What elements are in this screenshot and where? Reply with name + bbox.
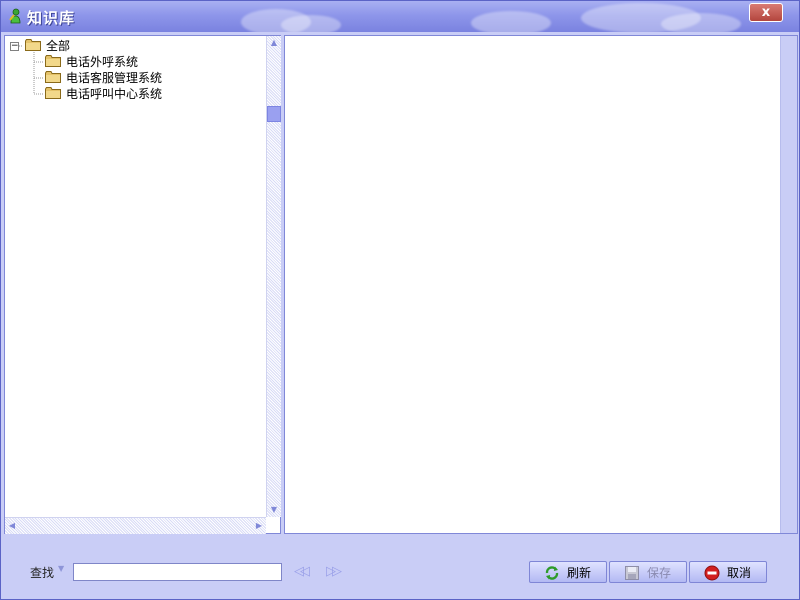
refresh-label: 刷新 (567, 566, 592, 580)
knowledge-base-window: 知识库 x − 全部 电话外呼系统 电话客服管理系统 电话呼叫中心系统 ▲ ▼ … (0, 0, 800, 600)
knowledge-tree: − 全部 电话外呼系统 电话客服管理系统 电话呼叫中心系统 (5, 36, 266, 517)
folder-icon (45, 55, 61, 67)
cloud-decoration (661, 13, 741, 32)
tree-node[interactable]: 电话呼叫中心系统 (5, 86, 255, 102)
tree-node[interactable]: 电话客服管理系统 (5, 70, 255, 86)
window-title: 知识库 (27, 9, 76, 27)
close-button[interactable]: x (749, 3, 783, 22)
save-button[interactable]: 保存 (609, 561, 687, 583)
bottom-toolbar: 查找 ▼ ◁◁ ▷▷ 刷新 保存 取消 (1, 535, 799, 599)
knowledge-person-icon (9, 8, 21, 24)
tree-horizontal-scrollbar[interactable]: ◀ ▶ (5, 517, 266, 534)
search-input[interactable] (73, 563, 282, 581)
cancel-label: 取消 (727, 566, 752, 580)
title-bar[interactable]: 知识库 x (1, 1, 799, 32)
scroll-left-arrow[interactable]: ◀ (5, 519, 19, 533)
save-label: 保存 (647, 566, 672, 580)
tree-node[interactable]: 电话外呼系统 (5, 54, 255, 70)
cloud-decoration (471, 11, 551, 32)
tree-node-root[interactable]: − 全部 (5, 38, 255, 54)
tree-node-label: 电话客服管理系统 (66, 71, 163, 85)
scroll-up-arrow[interactable]: ▲ (267, 36, 281, 50)
folder-icon (45, 87, 61, 99)
search-field-dropdown[interactable]: ▼ (58, 564, 64, 573)
find-next-button[interactable]: ▷▷ (323, 564, 342, 580)
close-icon: x (761, 5, 771, 20)
tree-vertical-scrollbar[interactable]: ▲ ▼ (266, 36, 281, 517)
scroll-thumb[interactable] (267, 106, 281, 122)
folder-icon (45, 71, 61, 83)
tree-node-label: 电话外呼系统 (66, 55, 139, 69)
collapse-toggle[interactable]: − (10, 42, 19, 51)
scroll-right-arrow[interactable]: ▶ (252, 519, 266, 533)
tree-node-label: 电话呼叫中心系统 (66, 87, 163, 101)
refresh-button[interactable]: 刷新 (529, 561, 607, 583)
cloud-decoration (281, 15, 341, 32)
cancel-button[interactable]: 取消 (689, 561, 767, 583)
content-panel[interactable] (284, 35, 798, 534)
folder-icon (25, 39, 41, 51)
save-icon (625, 566, 639, 580)
cancel-icon (704, 565, 720, 581)
tree-node-label: 全部 (46, 39, 71, 53)
refresh-icon (545, 566, 559, 580)
scroll-down-arrow[interactable]: ▼ (267, 503, 281, 517)
content-vertical-scrollbar[interactable] (780, 36, 797, 533)
search-label: 查找 (30, 566, 55, 580)
tree-panel: − 全部 电话外呼系统 电话客服管理系统 电话呼叫中心系统 ▲ ▼ ◀ ▶ (4, 35, 281, 534)
find-previous-button[interactable]: ◁◁ (291, 564, 310, 580)
